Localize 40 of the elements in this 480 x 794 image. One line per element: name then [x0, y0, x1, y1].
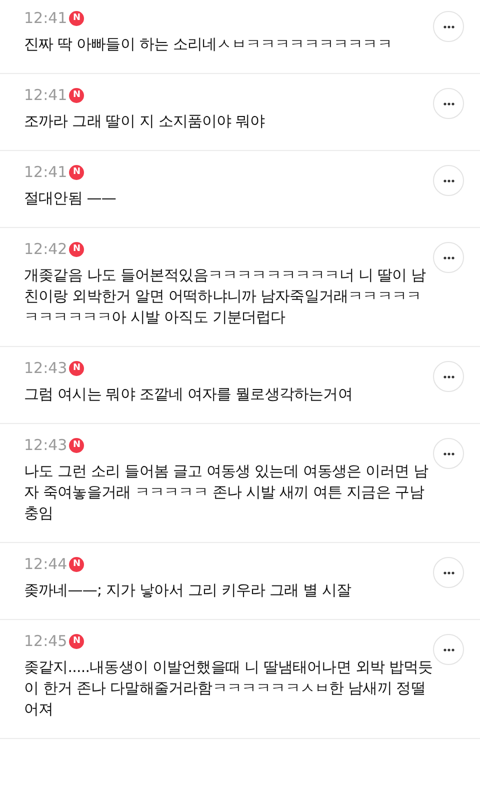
more-icon [442, 256, 454, 260]
comment-time: 12:42 [24, 238, 68, 260]
comment-time: 12:41 [24, 162, 68, 183]
more-icon [442, 102, 454, 106]
more-button[interactable] [433, 165, 464, 196]
more-icon [442, 570, 454, 574]
more-button[interactable] [433, 634, 464, 665]
comment-time: 12:44 [24, 554, 68, 575]
more-button[interactable] [433, 242, 464, 273]
new-badge: N [69, 438, 84, 452]
comment-text: 조까라 그래 딸이 지 소지품이야 뭐야 [24, 111, 266, 132]
new-badge: N [69, 242, 84, 256]
more-button[interactable] [433, 88, 464, 119]
comment-text: 나도 그런 소리 들어봄 글고 여동생 있는데 여동생은 이러면 남자 죽여놓을거래 ㅋㅋㅋㅋㅋ 존나 시발 새끼 여튼 지금은 구남충임 [24, 461, 430, 524]
comment-text: 절대안됨 —— [24, 188, 117, 209]
comment-text: 그럼 여시는 뭐야 조깥네 여자를 뭘로생각하는거여 [24, 384, 354, 405]
new-badge: N [69, 556, 84, 572]
new-badge: N [69, 10, 84, 26]
comment-text: 좆까네——; 지가 낳아서 그리 키우라 그래 별 시잘 [24, 580, 352, 601]
new-badge: N [69, 634, 84, 648]
more-icon [442, 178, 454, 182]
more-button[interactable] [433, 361, 464, 392]
more-icon [442, 24, 454, 28]
more-icon [442, 648, 454, 652]
comment-time: 12:41 [24, 84, 68, 106]
more-button[interactable] [433, 438, 464, 469]
new-badge: N [69, 164, 84, 180]
more-button[interactable] [433, 557, 464, 588]
comment-text: 개좆같음 나도 들어본적있음ㅋㅋㅋㅋㅋㅋㅋㅋㅋ너 니 딸이 남친이랑 외박한거 알면 어떡하냐니까 남자죽일거래ㅋㅋㅋㅋㅋㅋㅋㅋㅋㅋㅋ아 시발 아직도 기분더럽다 [24, 265, 427, 328]
new-badge: N [69, 360, 84, 376]
comment-time: 12:43 [24, 358, 68, 379]
comment-time: 12:45 [24, 630, 68, 652]
comment-text: 좆같지.....내동생이 이발언했을때 니 딸냄태어나면 외박 밥먹듯이 한거 존나 다말해줄거라함ㅋㅋㅋㅋㅋㅋㅅㅂ한 남새끼 정떨어져 [24, 657, 433, 720]
more-icon [442, 374, 454, 378]
comment-time: 12:43 [24, 434, 68, 456]
more-button[interactable] [433, 11, 464, 42]
comment-time: 12:41 [24, 8, 68, 29]
new-badge: N [69, 88, 84, 102]
more-icon [442, 452, 454, 456]
comment-text: 진짜 딱 아빠들이 하는 소리네ㅅㅂㅋㅋㅋㅋㅋㅋㅋㅋㅋㅋ [24, 34, 393, 55]
